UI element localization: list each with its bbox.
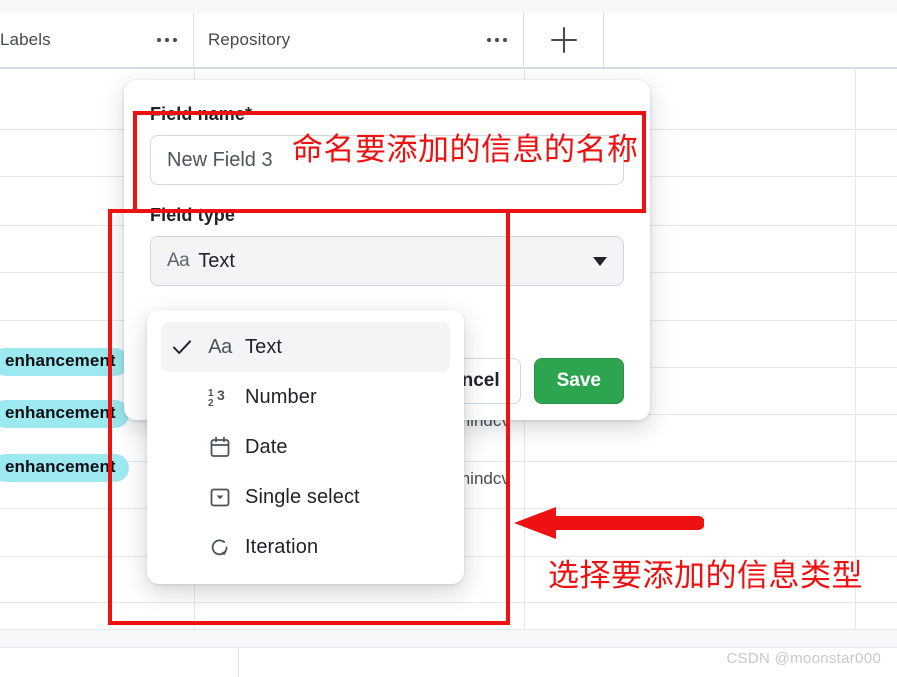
- kebab-menu-icon[interactable]: [485, 34, 509, 46]
- chevron-down-icon[interactable]: [593, 256, 607, 266]
- table-column-divider: [855, 69, 856, 629]
- top-strip: [0, 0, 897, 13]
- annotation-box-field-type: [108, 209, 510, 625]
- bottom-column-divider: [238, 648, 239, 677]
- save-button[interactable]: Save: [533, 358, 624, 404]
- add-column-button[interactable]: [524, 13, 604, 67]
- column-repository[interactable]: Repository: [194, 13, 524, 67]
- plus-icon: [550, 27, 577, 53]
- column-title-repository: Repository: [208, 30, 291, 49]
- screenshot-root: enhancement enhancement enhancement mind…: [0, 0, 897, 677]
- table-column-header: Labels Repository: [0, 13, 897, 69]
- watermark: CSDN @moonstar000: [726, 650, 881, 667]
- annotation-note-field-name: 命名要添加的信息的名称: [292, 132, 639, 167]
- annotation-note-field-type: 选择要添加的信息类型: [548, 558, 863, 593]
- kebab-menu-icon[interactable]: [155, 34, 179, 46]
- column-title-labels: Labels: [0, 30, 51, 49]
- column-labels[interactable]: Labels: [0, 13, 194, 67]
- left-arrow-icon: [514, 507, 704, 539]
- bottom-bar: [0, 629, 897, 648]
